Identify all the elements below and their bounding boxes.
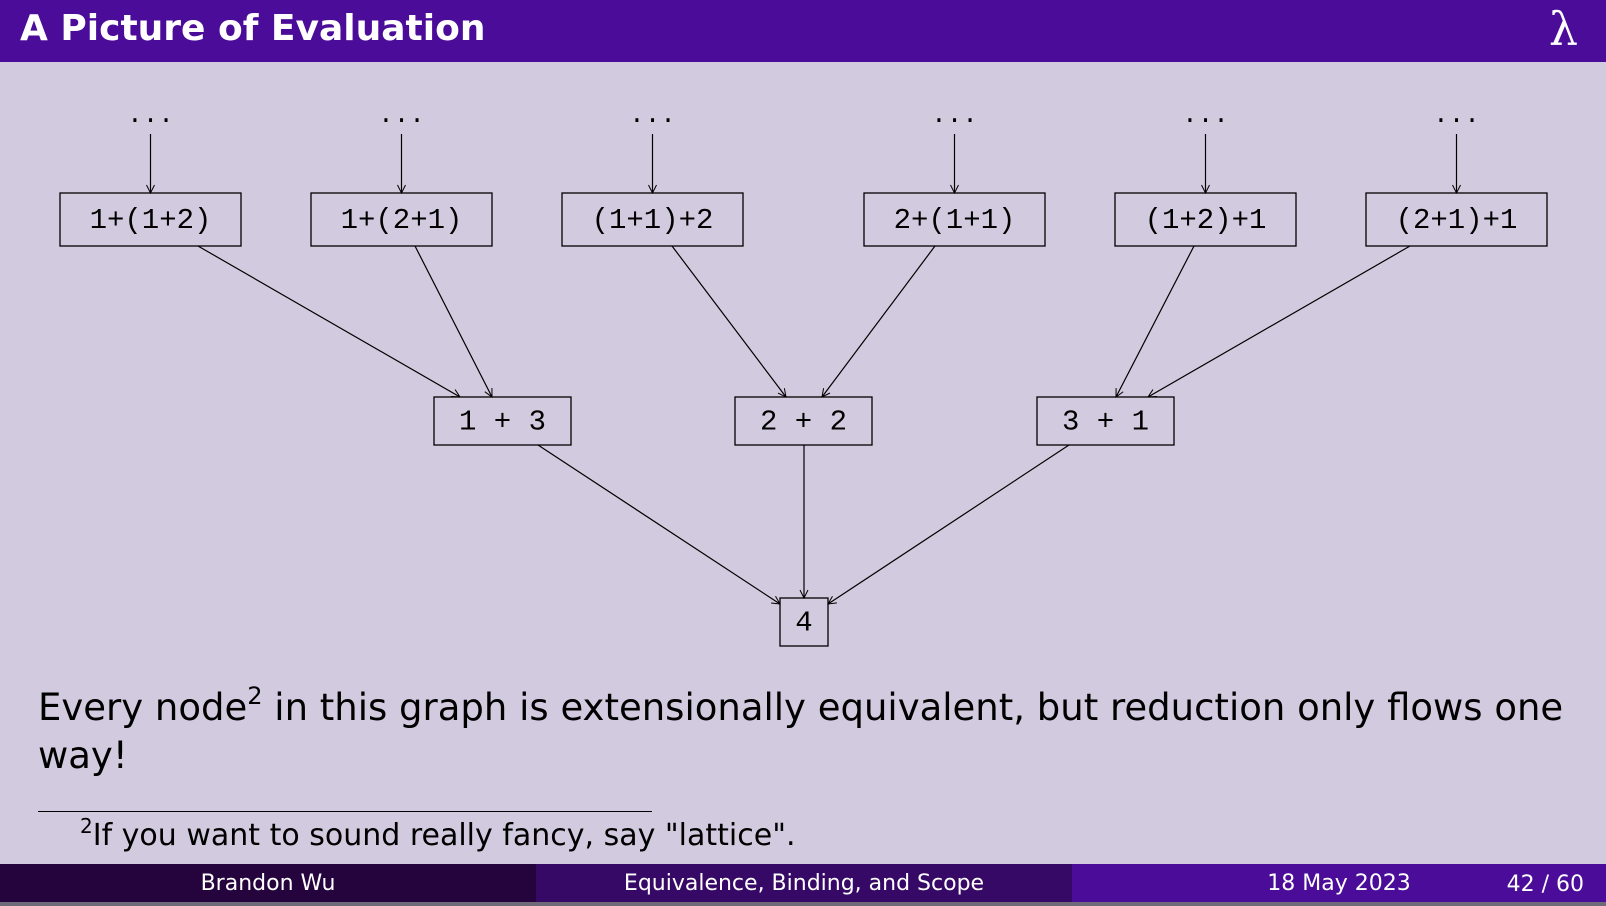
body-text-start: Every node [38, 686, 248, 729]
top-node-label: (1+2)+1 [1145, 204, 1267, 237]
edge [671, 245, 786, 397]
slide-footer: Brandon Wu Equivalence, Binding, and Sco… [0, 864, 1606, 902]
talk-date: 18 May 2023 [1267, 870, 1411, 896]
middle-node-label: 1 + 3 [459, 406, 546, 439]
top-node: 2+(1+1) [863, 192, 1046, 247]
bottom-node-label: 4 [795, 607, 812, 640]
edge [822, 245, 936, 397]
ellipsis: ... [1182, 100, 1229, 130]
author-name: Brandon Wu [200, 870, 336, 896]
bottom-node: 4 [779, 597, 829, 647]
top-node: 1+(2+1) [310, 192, 493, 247]
top-node-label: (2+1)+1 [1396, 204, 1518, 237]
ellipsis: ... [931, 100, 978, 130]
top-node-label: 2+(1+1) [894, 204, 1016, 237]
body-statement: Every node2 in this graph is extensional… [38, 684, 1578, 780]
slide-title: A Picture of Evaluation [20, 8, 486, 49]
top-node: (1+1)+2 [561, 192, 744, 247]
footnote-ref: 2 [247, 682, 263, 710]
edge [1148, 245, 1411, 397]
body-text-end: in this graph is extensionally equivalen… [38, 686, 1564, 777]
ellipsis: ... [378, 100, 425, 130]
ellipsis: ... [1433, 100, 1480, 130]
middle-node: 2 + 2 [734, 396, 873, 446]
edge [828, 444, 1070, 604]
middle-node: 1 + 3 [433, 396, 572, 446]
footnote: 2If you want to sound really fancy, say … [80, 816, 796, 853]
ellipsis: ... [127, 100, 174, 130]
edge [197, 245, 460, 397]
edge [1115, 245, 1195, 397]
middle-node-label: 3 + 1 [1062, 406, 1149, 439]
lambda-logo-icon: λ [1548, 2, 1578, 56]
slide-header: A Picture of Evaluation λ [0, 0, 1606, 62]
top-node: (1+2)+1 [1114, 192, 1297, 247]
top-node: 1+(1+2) [59, 192, 242, 247]
talk-title: Equivalence, Binding, and Scope [623, 870, 985, 896]
footer-date: 18 May 2023 42 / 60 [1072, 864, 1606, 902]
footnote-divider [38, 811, 652, 812]
top-node: (2+1)+1 [1365, 192, 1548, 247]
evaluation-graph: 1+(1+2)... 1+(2+1)... (1+1)+2... 2+(1+1)...… [59, 100, 1548, 647]
footer-title: Equivalence, Binding, and Scope [536, 864, 1072, 902]
footer-author: Brandon Wu [0, 864, 536, 902]
top-node-label: (1+1)+2 [592, 204, 714, 237]
footnote-marker: 2 [80, 814, 93, 838]
top-node-label: 1+(1+2) [90, 204, 212, 237]
bottom-strip [0, 902, 1606, 906]
ellipsis: ... [629, 100, 676, 130]
edge [537, 444, 780, 604]
edge [414, 245, 493, 397]
top-node-label: 1+(2+1) [341, 204, 463, 237]
page-number: 42 / 60 [1506, 872, 1584, 897]
middle-node: 3 + 1 [1036, 396, 1175, 446]
footnote-text: If you want to sound really fancy, say "… [92, 818, 796, 853]
middle-node-label: 2 + 2 [760, 406, 847, 439]
